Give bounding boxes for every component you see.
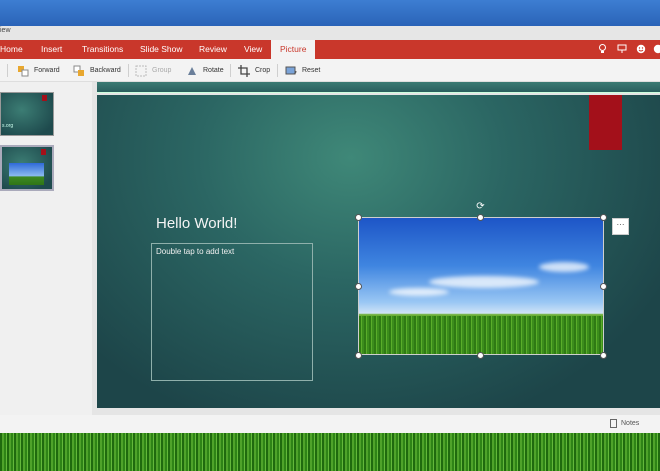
toolbar-separator	[128, 64, 129, 77]
picture-toolbar: Forward Backward Group Rotate Crop Reset	[0, 59, 660, 82]
toolbar-separator	[230, 64, 231, 77]
more-icon[interactable]	[652, 44, 660, 55]
placeholder-text: Double tap to add text	[156, 247, 235, 256]
previous-slide-edge	[97, 82, 660, 93]
smiley-icon[interactable]	[635, 44, 646, 55]
title-bar: iew	[0, 26, 660, 40]
editor-workarea: s.org Hello World! Double tap to add tex…	[0, 82, 660, 433]
tab-transitions[interactable]: Transitions	[82, 40, 123, 59]
group-button[interactable]: Group	[135, 63, 171, 78]
toolbar-separator	[7, 64, 8, 77]
grass	[359, 316, 603, 354]
resize-handle-bottom-right[interactable]	[600, 352, 607, 359]
tab-insert[interactable]: Insert	[41, 40, 62, 59]
group-icon	[135, 65, 147, 77]
backward-label: Backward	[90, 67, 121, 74]
notes-label: Notes	[621, 420, 640, 427]
resize-handle-bottom-left[interactable]	[355, 352, 362, 359]
window-title: iew	[0, 27, 11, 34]
slide-canvas[interactable]: Hello World! Double tap to add text ⟳ ··…	[97, 82, 660, 408]
resize-handle-left[interactable]	[355, 283, 362, 290]
tab-review[interactable]: Review	[199, 40, 227, 59]
rotate-handle-icon[interactable]: ⟳	[475, 201, 486, 212]
selected-picture[interactable]	[358, 217, 604, 355]
forward-label: Forward	[34, 67, 60, 74]
slide-accent-bar	[589, 95, 622, 150]
cloud	[429, 276, 539, 288]
slide-thumbnail-1[interactable]: s.org	[0, 92, 54, 136]
resize-handle-top-left[interactable]	[355, 214, 362, 221]
desktop-wallpaper-grass	[0, 433, 660, 471]
reset-picture-button[interactable]: Reset	[285, 63, 320, 78]
text-placeholder[interactable]: Double tap to add text	[151, 243, 313, 381]
crop-button[interactable]: Crop	[238, 63, 270, 78]
resize-handle-top[interactable]	[477, 214, 484, 221]
rotate-button[interactable]: Rotate	[186, 63, 224, 78]
cloud	[539, 262, 589, 272]
slide-thumbnail-2[interactable]	[0, 145, 54, 191]
picture-more-options-button[interactable]: ···	[612, 218, 629, 235]
thumbnail-caption: s.org	[2, 123, 14, 129]
crop-label: Crop	[255, 67, 271, 74]
status-bar: Notes	[0, 415, 660, 433]
toolbar-separator	[277, 64, 278, 77]
notes-button[interactable]: Notes	[610, 419, 639, 428]
group-label: Group	[152, 67, 172, 74]
lightbulb-icon[interactable]	[597, 44, 608, 55]
desktop-background-top	[0, 0, 660, 26]
send-backward-icon	[73, 65, 85, 77]
accent-mark	[42, 95, 47, 101]
cloud	[389, 288, 449, 296]
tab-slide-show[interactable]: Slide Show	[140, 40, 183, 59]
resize-handle-right[interactable]	[600, 283, 607, 290]
notes-icon	[610, 419, 617, 428]
rotate-label: Rotate	[203, 67, 224, 74]
rotate-icon	[186, 65, 198, 77]
slide-title[interactable]: Hello World!	[156, 215, 237, 232]
slide-thumbnail-pane[interactable]: s.org	[0, 82, 92, 433]
ribbon-tab-bar: Home Insert Transitions Slide Show Revie…	[0, 40, 660, 59]
thumbnail-picture	[9, 163, 44, 185]
resize-handle-bottom[interactable]	[477, 352, 484, 359]
current-slide[interactable]: Hello World! Double tap to add text ⟳ ··…	[97, 95, 660, 408]
bring-forward-icon	[17, 65, 29, 77]
bring-forward-button[interactable]: Forward	[17, 63, 60, 78]
resize-handle-top-right[interactable]	[600, 214, 607, 221]
crop-icon	[238, 64, 250, 77]
reset-picture-icon	[285, 65, 297, 77]
reset-label: Reset	[302, 67, 321, 74]
tab-picture[interactable]: Picture	[271, 40, 316, 59]
present-icon[interactable]	[616, 44, 627, 55]
send-backward-button[interactable]: Backward	[73, 63, 121, 78]
tab-view[interactable]: View	[244, 40, 262, 59]
accent-mark	[41, 149, 46, 155]
tab-home[interactable]: Home	[0, 40, 23, 59]
